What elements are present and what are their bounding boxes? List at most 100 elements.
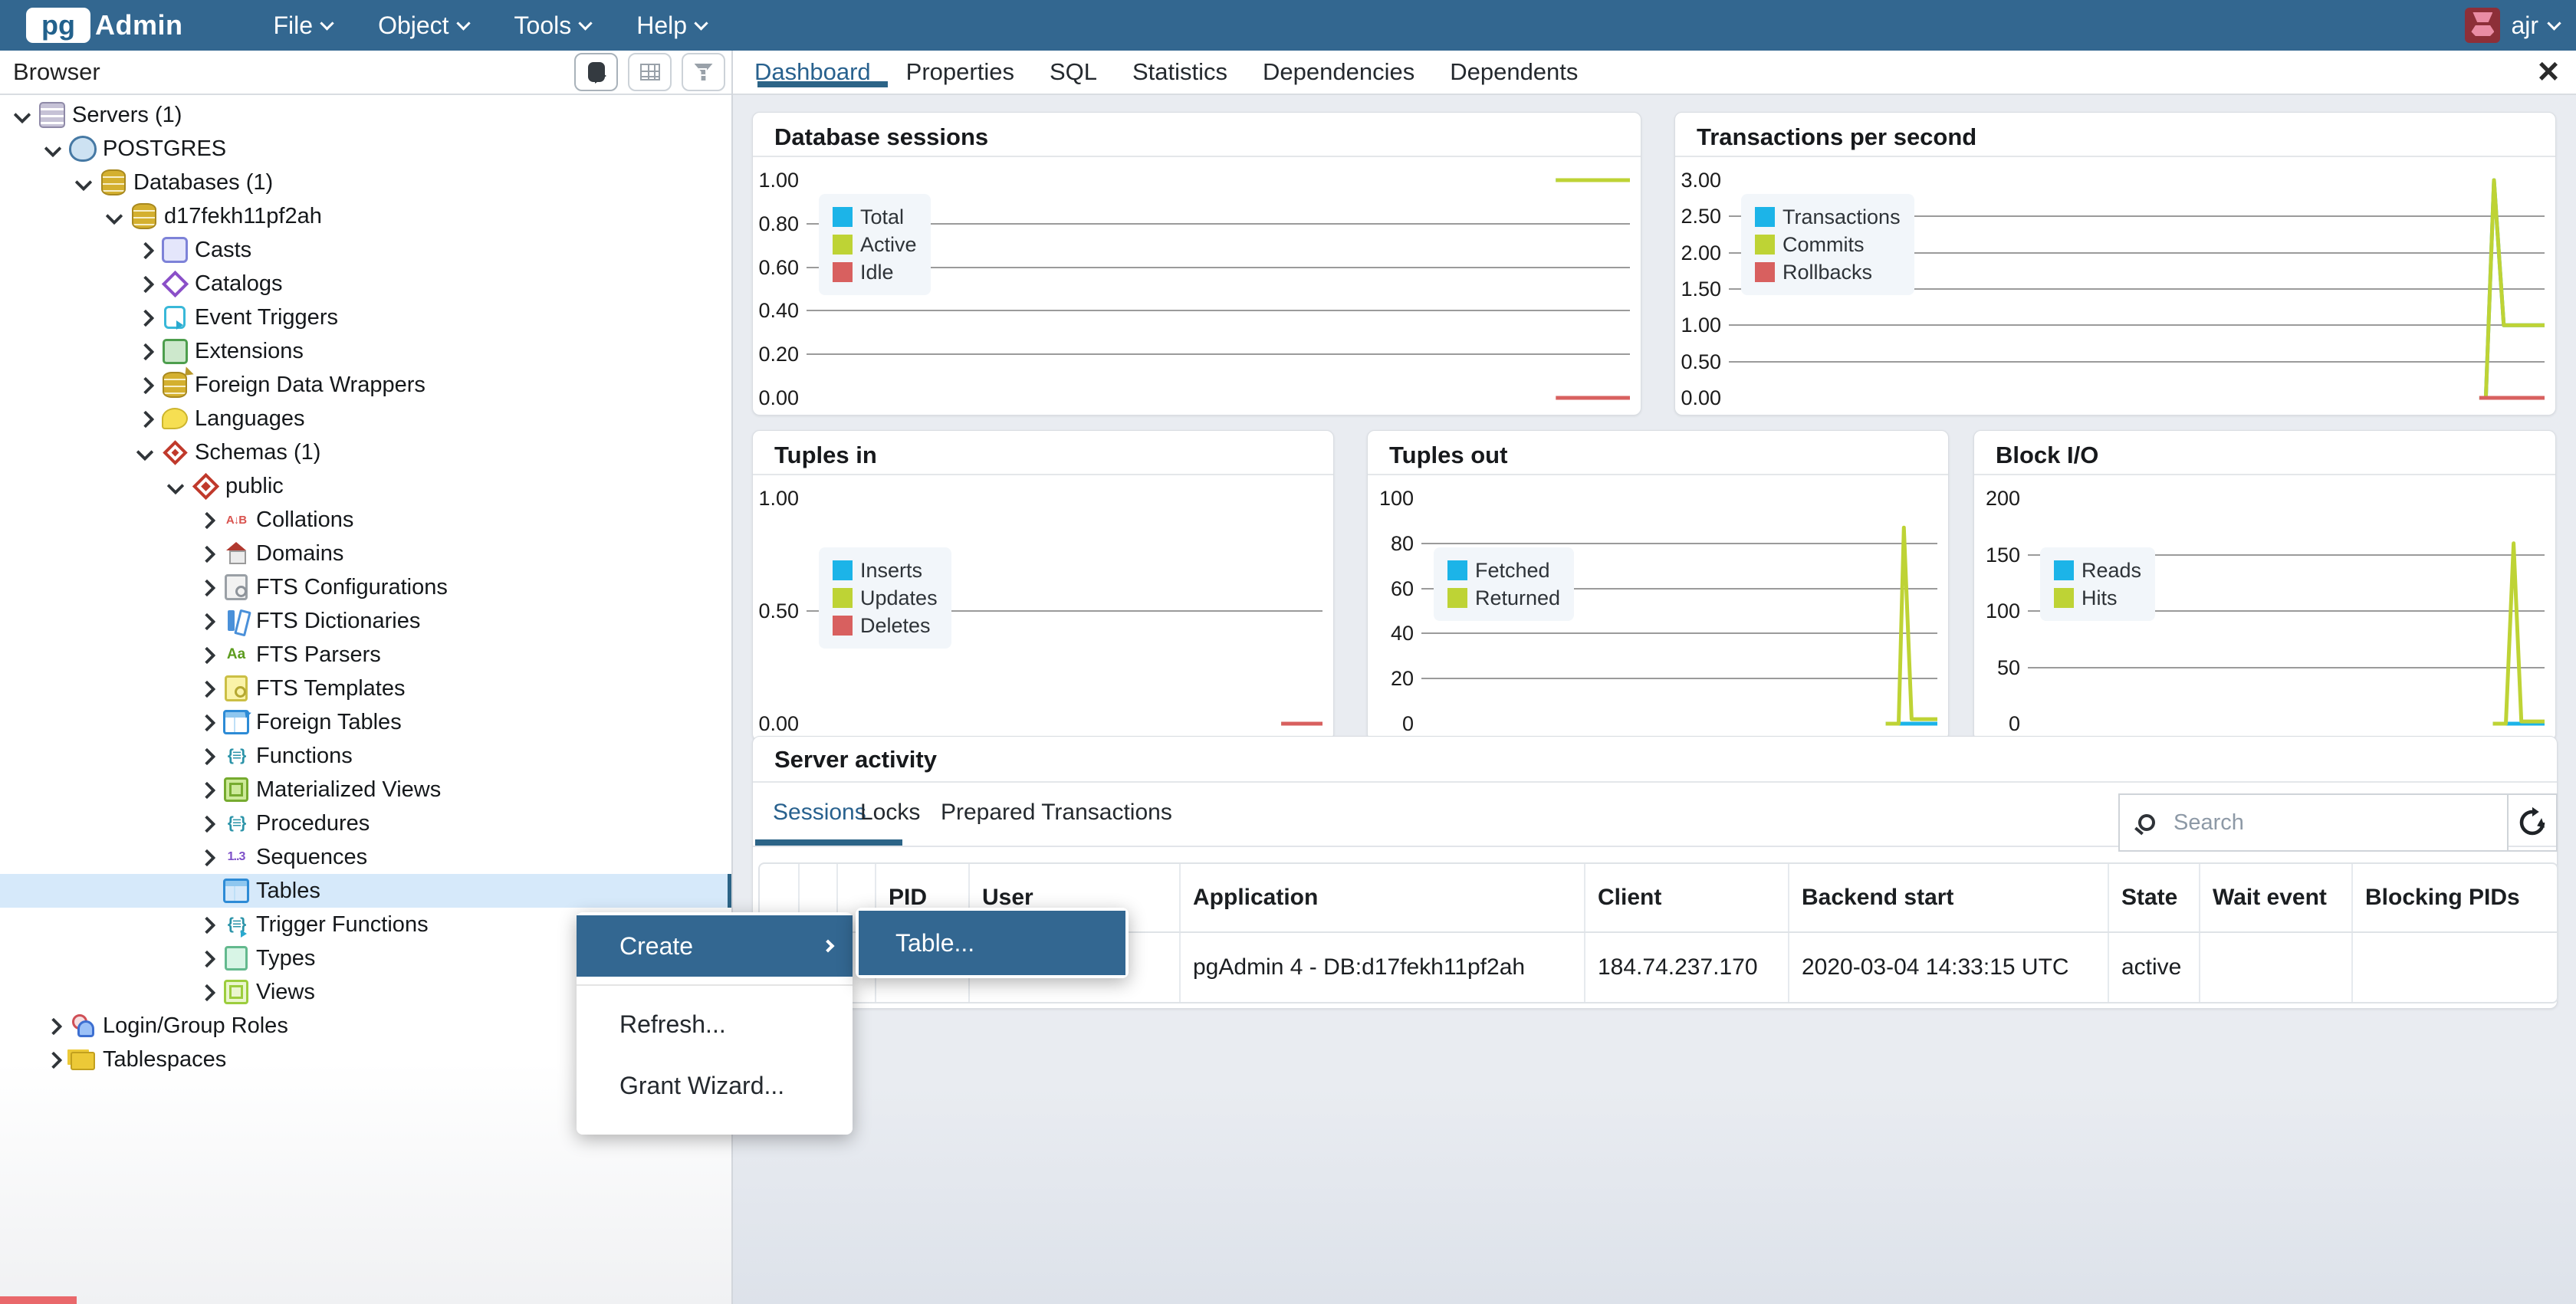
context-submenu-item-table[interactable]: Table... xyxy=(859,911,1125,975)
tree-item-collations[interactable]: Collations xyxy=(0,503,733,537)
expand-icon[interactable] xyxy=(195,576,218,599)
tree-item-databases-1[interactable]: Databases (1) xyxy=(0,166,733,199)
tree-item-foreign-tables[interactable]: Foreign Tables xyxy=(0,705,733,739)
collapse-icon[interactable] xyxy=(11,103,34,126)
tree-item-d17fekh11pf2ah[interactable]: d17fekh11pf2ah xyxy=(0,199,733,233)
expand-icon[interactable] xyxy=(195,913,218,936)
tree-item-casts[interactable]: Casts xyxy=(0,233,733,267)
expand-icon[interactable] xyxy=(133,306,156,329)
collapse-icon[interactable] xyxy=(164,475,187,498)
extensions-icon xyxy=(161,337,189,365)
sequences-icon xyxy=(222,843,250,871)
tab-statistics[interactable]: Statistics xyxy=(1132,58,1227,86)
tree-item-fts-parsers[interactable]: FTS Parsers xyxy=(0,638,733,672)
expand-icon[interactable] xyxy=(41,1014,64,1037)
close-panel-icon[interactable]: × xyxy=(2538,54,2559,90)
legend-swatch xyxy=(833,616,853,636)
tree-item-postgres[interactable]: POSTGRES xyxy=(0,132,733,166)
tab-sql[interactable]: SQL xyxy=(1050,58,1097,86)
tree-item-fts-configurations[interactable]: FTS Configurations xyxy=(0,570,733,604)
legend-label: Active xyxy=(860,233,917,257)
context-menu-item-create[interactable]: Create xyxy=(577,915,853,977)
collapse-icon[interactable] xyxy=(41,137,64,160)
expand-icon[interactable] xyxy=(195,711,218,734)
tree-item-procedures[interactable]: Procedures xyxy=(0,806,733,840)
active-tab-underline xyxy=(755,839,902,846)
tab-locks[interactable]: Locks xyxy=(860,800,920,826)
legend-swatch xyxy=(833,207,853,227)
tree-item-functions[interactable]: Functions xyxy=(0,739,733,773)
expand-icon[interactable] xyxy=(195,947,218,970)
context-menu-item-grant-wizard[interactable]: Grant Wizard... xyxy=(577,1055,853,1116)
legend-item: Active xyxy=(833,231,917,258)
tab-sessions[interactable]: Sessions xyxy=(773,800,866,826)
tree-item-event-triggers[interactable]: Event Triggers xyxy=(0,301,733,334)
tree-item-label: Collations xyxy=(256,507,353,533)
tree-item-public[interactable]: public xyxy=(0,469,733,503)
expand-icon[interactable] xyxy=(195,812,218,835)
tree-item-extensions[interactable]: Extensions xyxy=(0,334,733,368)
tree-item-fts-templates[interactable]: FTS Templates xyxy=(0,672,733,705)
active-tab-underline xyxy=(757,81,888,87)
tree-item-domains[interactable]: Domains xyxy=(0,537,733,570)
languages-icon xyxy=(161,405,189,432)
expand-icon[interactable] xyxy=(195,643,218,666)
tree-item-label: public xyxy=(225,474,284,499)
expand-icon[interactable] xyxy=(133,272,156,295)
roles-icon xyxy=(69,1012,97,1040)
expand-icon[interactable] xyxy=(41,1048,64,1071)
fts-parsers-icon xyxy=(222,641,250,668)
tree-item-materialized-views[interactable]: Materialized Views xyxy=(0,773,733,806)
pgadmin-logo: pg Admin xyxy=(26,8,183,43)
expand-icon[interactable] xyxy=(195,677,218,700)
menu-object[interactable]: Object xyxy=(378,11,468,40)
expand-icon[interactable] xyxy=(195,744,218,767)
legend-swatch xyxy=(1755,207,1775,227)
filter-data-button[interactable] xyxy=(682,53,725,91)
collapse-icon[interactable] xyxy=(103,205,126,228)
collapse-icon[interactable] xyxy=(133,441,156,464)
menu-file[interactable]: File xyxy=(274,11,333,40)
view-data-button[interactable] xyxy=(628,53,672,91)
tab-properties[interactable]: Properties xyxy=(906,58,1014,86)
expand-icon[interactable] xyxy=(133,238,156,261)
menu-tools[interactable]: Tools xyxy=(514,11,591,40)
expand-icon[interactable] xyxy=(195,609,218,632)
tab-dashboard[interactable]: Dashboard xyxy=(754,58,871,86)
tree-item-languages[interactable]: Languages xyxy=(0,402,733,435)
cell-blocking-pids xyxy=(2353,933,2557,1002)
context-menu-item-refresh[interactable]: Refresh... xyxy=(577,994,853,1055)
query-tool-button[interactable] xyxy=(574,53,618,91)
chart-tuples-out: Tuples out100806040200FetchedReturned xyxy=(1367,430,1949,741)
expand-icon[interactable] xyxy=(133,407,156,430)
tree-item-fts-dictionaries[interactable]: FTS Dictionaries xyxy=(0,604,733,638)
expand-icon[interactable] xyxy=(133,373,156,396)
tree-item-label: Servers (1) xyxy=(72,103,182,128)
expand-icon[interactable] xyxy=(195,778,218,801)
legend-label: Idle xyxy=(860,261,894,284)
tree-item-schemas-1[interactable]: Schemas (1) xyxy=(0,435,733,469)
tree-item-foreign-data-wrappers[interactable]: Foreign Data Wrappers xyxy=(0,368,733,402)
tree-item-catalogs[interactable]: Catalogs xyxy=(0,267,733,301)
menu-object-label: Object xyxy=(378,11,449,40)
expand-icon[interactable] xyxy=(195,846,218,869)
expand-icon[interactable] xyxy=(195,542,218,565)
tree-item-sequences[interactable]: Sequences xyxy=(0,840,733,874)
refresh-button[interactable] xyxy=(2509,793,2558,852)
tab-prepared-transactions[interactable]: Prepared Transactions xyxy=(941,800,1172,826)
server-activity-tabbar: Sessions Locks Prepared Transactions xyxy=(753,783,2557,847)
user-menu[interactable]: ajr xyxy=(2465,8,2559,43)
collapse-icon[interactable] xyxy=(72,171,95,194)
expand-icon[interactable] xyxy=(133,340,156,363)
tab-dependencies[interactable]: Dependencies xyxy=(1263,58,1414,86)
tree-item-servers-1[interactable]: Servers (1) xyxy=(0,98,733,132)
tree-item-tables[interactable]: Tables xyxy=(0,874,733,908)
legend-label: Deletes xyxy=(860,614,931,638)
menu-help[interactable]: Help xyxy=(636,11,706,40)
search-input[interactable] xyxy=(2174,810,2465,836)
expand-icon[interactable] xyxy=(195,508,218,531)
tab-dependents[interactable]: Dependents xyxy=(1450,58,1578,86)
tree-item-label: Catalogs xyxy=(195,271,282,297)
tree-item-label: Schemas (1) xyxy=(195,440,320,465)
expand-icon[interactable] xyxy=(195,980,218,1003)
